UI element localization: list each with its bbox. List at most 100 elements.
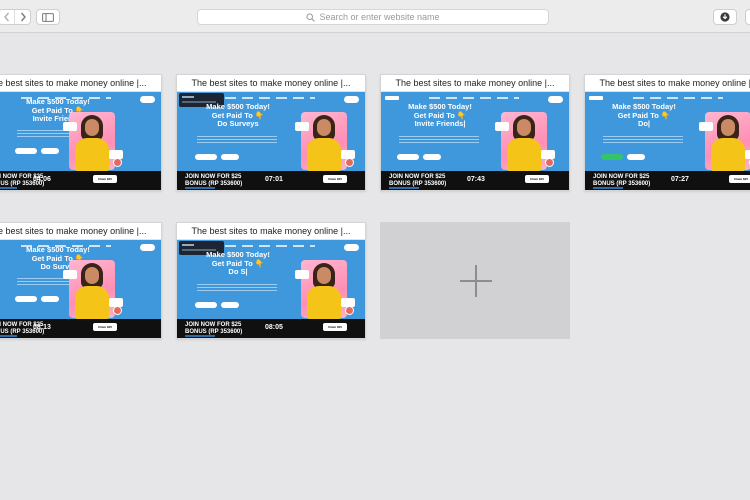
countdown-timer: 07:01 (265, 176, 283, 183)
hero-person (304, 263, 344, 319)
cta-pill (195, 154, 217, 160)
claim-bonus-button: Claim $25 Bonus (323, 175, 347, 189)
countdown-timer: 07:27 (671, 176, 689, 183)
floating-chip (495, 122, 509, 131)
back-button[interactable] (0, 10, 14, 24)
countdown-banner: JOIN NOW FOR $25 BONUS (RP 353600) 08:05… (177, 319, 365, 338)
downloads-button[interactable] (713, 9, 737, 25)
hero-person (708, 115, 748, 171)
cta-pill (397, 154, 419, 160)
headline-line: Do S| (228, 267, 248, 276)
headline-line: Do| (637, 119, 651, 128)
join-text: JOIN NOW FOR $25 BONUS (RP 353600) (389, 174, 446, 187)
hero-subtext (399, 136, 479, 144)
signup-pill (344, 96, 359, 103)
hero-person (72, 263, 112, 319)
claim-bonus-button: Claim $25 Bonus (93, 323, 117, 337)
avatar (345, 306, 354, 315)
hero-subtext (197, 136, 277, 144)
person-face (517, 119, 531, 136)
claim-bonus-button: Claim $25 Bonus (323, 323, 347, 337)
browser-toolbar: Search or enter website name (0, 0, 750, 33)
tab-preview[interactable]: The best sites to make money online |...… (0, 222, 162, 339)
banner-fineprint (593, 187, 623, 189)
avatar (545, 158, 554, 167)
signup-pill (344, 244, 359, 251)
person-jacket (307, 138, 341, 171)
join-line: JOIN NOW FOR $25 (185, 322, 242, 328)
person-jacket (507, 138, 541, 171)
headline-line: Do Surveys (217, 119, 259, 128)
cta-pill (15, 148, 37, 154)
countdown-timer: 08:13 (33, 324, 51, 331)
tab-title: The best sites to make money online |... (0, 75, 161, 92)
signup-pill (140, 244, 155, 251)
cta-pill (41, 148, 59, 154)
floating-chip (63, 122, 77, 131)
avatar (345, 158, 354, 167)
claim-bonus-button: Claim $25 Bonus (525, 175, 549, 189)
person-jacket (75, 138, 109, 171)
cta-pill (221, 302, 239, 308)
claim-bonus-button: Claim $25 Bonus (729, 175, 750, 189)
person-face (85, 119, 99, 136)
tab-title: The best sites to make money online |... (585, 75, 750, 92)
address-bar[interactable]: Search or enter website name (197, 9, 549, 25)
tab-title: The best sites to make money online |... (177, 223, 365, 240)
tab-preview[interactable]: The best sites to make money online |...… (176, 74, 366, 191)
tab-preview[interactable]: The best sites to make money online |...… (176, 222, 366, 339)
chevron-right-icon (20, 12, 26, 22)
signup-pill (140, 96, 155, 103)
hero-person (504, 115, 544, 171)
person-face (85, 267, 99, 284)
countdown-banner: JOIN NOW FOR $25 BONUS (RP 353600) 04:06… (0, 171, 161, 190)
cta-pill (41, 296, 59, 302)
hero-headline: Make $500 Today! Get Paid To 👇 Do Survey… (183, 102, 293, 129)
signup-pill (548, 96, 563, 103)
sidebar-icon (42, 12, 54, 22)
tab-preview[interactable]: The best sites to make money online |...… (380, 74, 570, 191)
floating-chip (295, 122, 309, 131)
countdown-banner: JOIN NOW FOR $25 BONUS (RP 353600) 07:27… (585, 171, 750, 190)
join-line: JOIN NOW FOR $25 (389, 174, 446, 180)
history-nav (0, 9, 31, 25)
site-logo (589, 96, 603, 100)
hero-headline: Make $500 Today! Get Paid To 👇 Do| (589, 102, 699, 129)
plus-icon-vertical (475, 265, 477, 297)
banner-fineprint (185, 335, 215, 337)
tab-thumbnail: Make $500 Today! Get Paid To 👇 Do Surve|… (0, 240, 161, 338)
banner-fineprint (389, 187, 419, 189)
tab-thumbnail: Make $500 Today! Get Paid To 👇 Do S| JOI… (177, 240, 365, 338)
site-nav-links (429, 97, 519, 99)
forward-button[interactable] (14, 10, 30, 24)
download-icon (720, 12, 730, 22)
overflow-button[interactable] (745, 9, 750, 25)
avatar (113, 158, 122, 167)
join-line: JOIN NOW FOR $25 (593, 174, 650, 180)
hero-subtext (603, 136, 683, 144)
floating-chip (699, 122, 713, 131)
countdown-banner: JOIN NOW FOR $25 BONUS (RP 353600) 08:13… (0, 319, 161, 338)
banner-fineprint (185, 187, 215, 189)
join-text: JOIN NOW FOR $25 BONUS (RP 353600) (185, 174, 242, 187)
headline-line: Invite Friends| (414, 119, 466, 128)
cta-pill (627, 154, 645, 160)
cta-pill (423, 154, 441, 160)
tab-title: The best sites to make money online |... (0, 223, 161, 240)
tab-preview[interactable]: The best sites to make money online |...… (0, 74, 162, 191)
claim-bonus-button: Claim $25 Bonus (93, 175, 117, 189)
site-nav-links (633, 97, 723, 99)
floating-chip (295, 270, 309, 279)
avatar (113, 306, 122, 315)
countdown-timer: 07:43 (467, 176, 485, 183)
hero-headline: Make $500 Today! Get Paid To 👇 Do S| (183, 250, 293, 277)
hero-headline: Make $500 Today! Get Paid To 👇 Invite Fr… (385, 102, 495, 129)
address-placeholder: Search or enter website name (319, 12, 440, 22)
floating-chip (63, 270, 77, 279)
sidebar-toggle-button[interactable] (36, 9, 60, 25)
tab-preview[interactable]: The best sites to make money online |...… (584, 74, 750, 191)
tab-thumbnail: Make $500 Today! Get Paid To 👇 Invite Fr… (0, 92, 161, 190)
person-jacket (307, 286, 341, 319)
new-tab-button[interactable] (380, 222, 570, 339)
countdown-timer: 08:05 (265, 324, 283, 331)
